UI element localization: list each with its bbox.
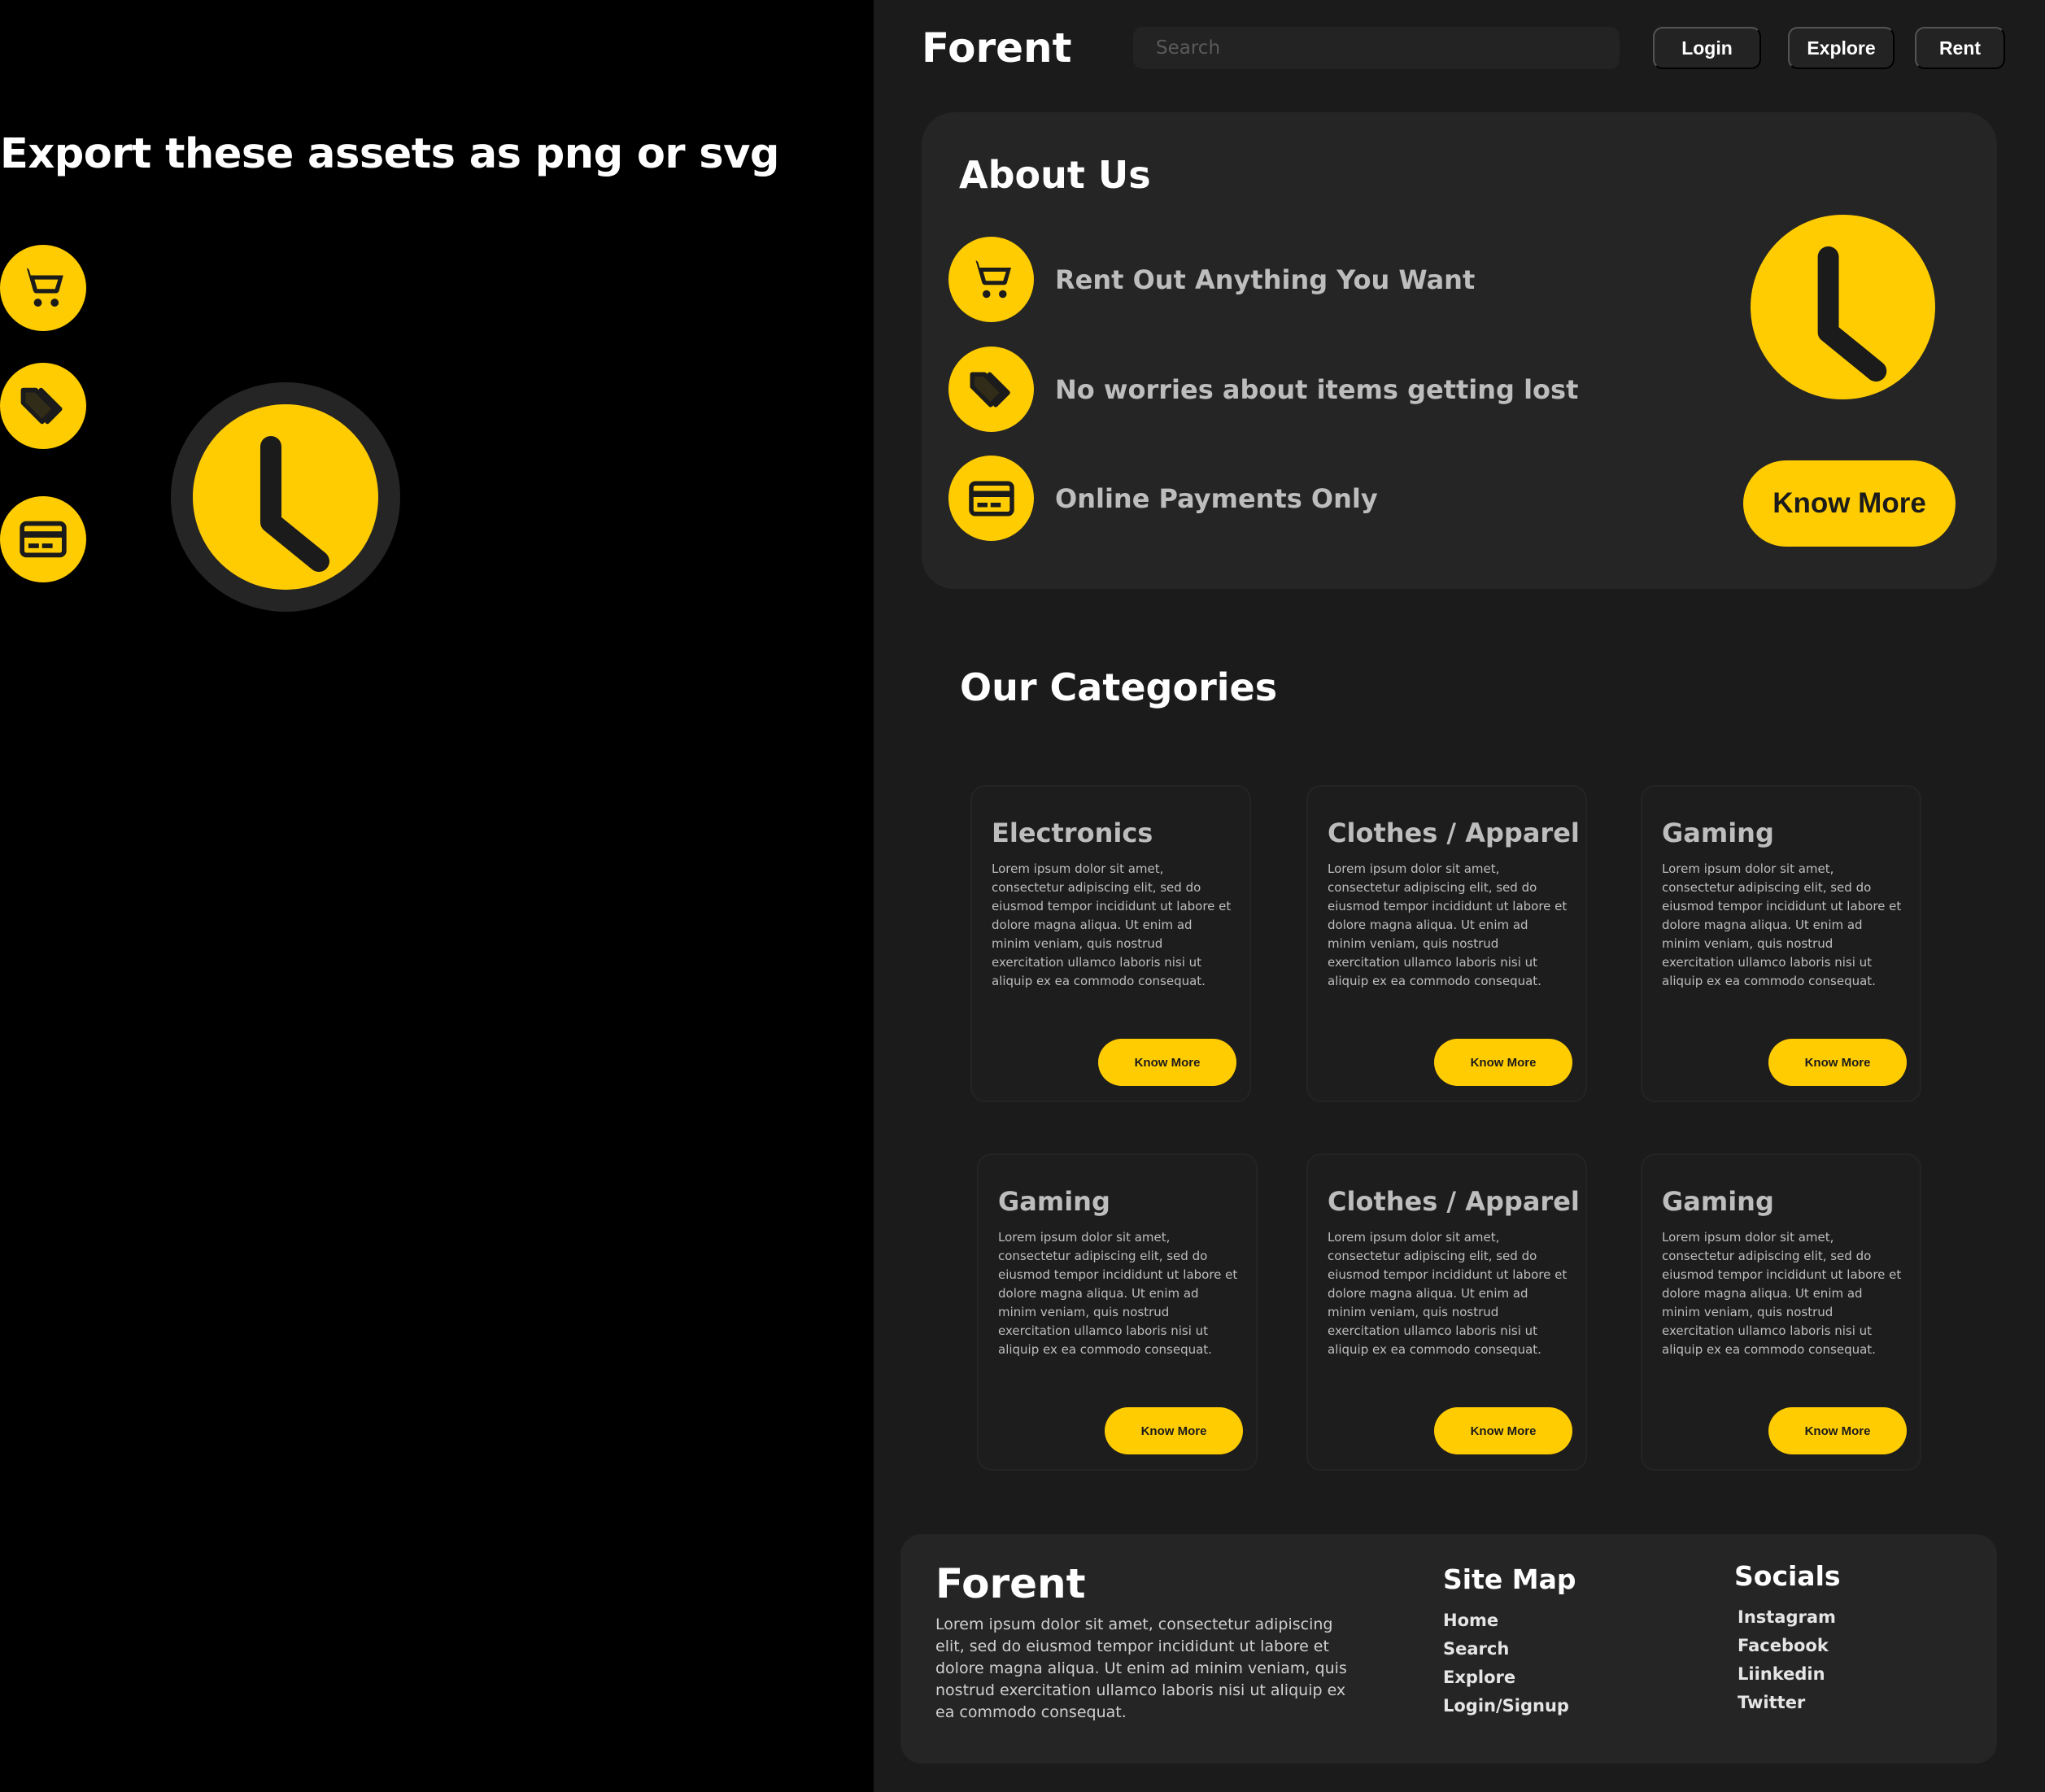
footer-socials: Socials Instagram Facebook Liinkedin Twi…: [1734, 1560, 1841, 1717]
assets-panel: Export these assets as png or svg: [0, 0, 874, 1792]
footer-link-facebook[interactable]: Facebook: [1738, 1632, 1841, 1660]
footer-link-search[interactable]: Search: [1443, 1635, 1576, 1663]
login-button[interactable]: Login: [1653, 27, 1761, 69]
cart-icon: [948, 237, 1034, 322]
category-description: Lorem ipsum dolor sit amet, consectetur …: [1328, 861, 1568, 988]
about-feature-label: No worries about items getting lost: [1055, 373, 1579, 405]
category-description: Lorem ipsum dolor sit amet, consectetur …: [992, 861, 1232, 988]
sitemap-title: Site Map: [1443, 1563, 1576, 1595]
category-description: Lorem ipsum dolor sit amet, consectetur …: [1328, 1230, 1568, 1357]
footer-description: Lorem ipsum dolor sit amet, consectetur …: [935, 1615, 1347, 1721]
about-feature-label: Online Payments Only: [1055, 482, 1378, 514]
footer-link-explore[interactable]: Explore: [1443, 1663, 1576, 1692]
credit-card-icon[interactable]: [0, 496, 86, 582]
search-bar[interactable]: [1133, 27, 1620, 69]
about-section: About Us Rent Out Anything You Want No w…: [922, 112, 1997, 589]
clock-icon[interactable]: [171, 382, 400, 612]
footer-sitemap: Site Map Home Search Explore Login/Signu…: [1443, 1563, 1576, 1720]
about-title: About Us: [959, 153, 1151, 197]
category-know-more-button[interactable]: Know More: [1105, 1407, 1243, 1454]
category-know-more-button[interactable]: Know More: [1434, 1407, 1572, 1454]
credit-card-icon: [948, 456, 1034, 541]
search-input[interactable]: [1156, 37, 1620, 59]
tag-icon[interactable]: [0, 363, 86, 449]
website-mockup: Forent Login Explore Rent About Us Rent …: [874, 0, 2045, 1792]
about-feature-payments: Online Payments Only: [948, 456, 1378, 541]
category-know-more-button[interactable]: Know More: [1098, 1039, 1236, 1086]
about-know-more-button[interactable]: Know More: [1743, 460, 1956, 547]
explore-button[interactable]: Explore: [1788, 27, 1895, 69]
category-card-gaming[interactable]: Gaming Lorem ipsum dolor sit amet, conse…: [977, 1153, 1258, 1471]
category-know-more-button[interactable]: Know More: [1768, 1407, 1907, 1454]
category-title: Clothes / Apparel: [1328, 818, 1580, 848]
category-title: Gaming: [1662, 818, 1774, 848]
assets-title: Export these assets as png or svg: [0, 130, 779, 178]
category-title: Gaming: [998, 1186, 1110, 1217]
category-title: Clothes / Apparel: [1328, 1186, 1580, 1217]
category-description: Lorem ipsum dolor sit amet, consectetur …: [1662, 861, 1902, 988]
footer-link-home[interactable]: Home: [1443, 1607, 1576, 1635]
cart-icon[interactable]: [0, 245, 86, 331]
tag-icon: [948, 347, 1034, 432]
category-card-clothes[interactable]: Clothes / Apparel Lorem ipsum dolor sit …: [1306, 785, 1587, 1102]
about-feature-security: No worries about items getting lost: [948, 347, 1578, 432]
footer-link-twitter[interactable]: Twitter: [1738, 1689, 1841, 1717]
rent-button[interactable]: Rent: [1915, 27, 2005, 69]
about-feature-rent: Rent Out Anything You Want: [948, 237, 1475, 322]
footer-link-instagram[interactable]: Instagram: [1738, 1603, 1841, 1632]
clock-face: [193, 404, 378, 590]
footer: Forent Lorem ipsum dolor sit amet, conse…: [900, 1534, 1997, 1764]
category-description: Lorem ipsum dolor sit amet, consectetur …: [998, 1230, 1238, 1357]
category-title: Electronics: [992, 818, 1153, 848]
category-know-more-button[interactable]: Know More: [1768, 1039, 1907, 1086]
brand-logo[interactable]: Forent: [922, 24, 1072, 72]
category-card-clothes[interactable]: Clothes / Apparel Lorem ipsum dolor sit …: [1306, 1153, 1587, 1471]
category-title: Gaming: [1662, 1186, 1774, 1217]
about-feature-label: Rent Out Anything You Want: [1055, 264, 1476, 295]
category-card-electronics[interactable]: Electronics Lorem ipsum dolor sit amet, …: [970, 785, 1251, 1102]
category-card-gaming[interactable]: Gaming Lorem ipsum dolor sit amet, conse…: [1641, 1153, 1921, 1471]
category-card-gaming[interactable]: Gaming Lorem ipsum dolor sit amet, conse…: [1641, 785, 1921, 1102]
category-know-more-button[interactable]: Know More: [1434, 1039, 1572, 1086]
footer-link-login-signup[interactable]: Login/Signup: [1443, 1692, 1576, 1720]
category-description: Lorem ipsum dolor sit amet, consectetur …: [1662, 1230, 1902, 1357]
footer-brand[interactable]: Forent: [935, 1560, 1086, 1607]
footer-link-linkedin[interactable]: Liinkedin: [1738, 1660, 1841, 1689]
socials-title: Socials: [1734, 1560, 1841, 1592]
clock-icon: [1751, 215, 1935, 399]
categories-title: Our Categories: [960, 665, 1278, 709]
